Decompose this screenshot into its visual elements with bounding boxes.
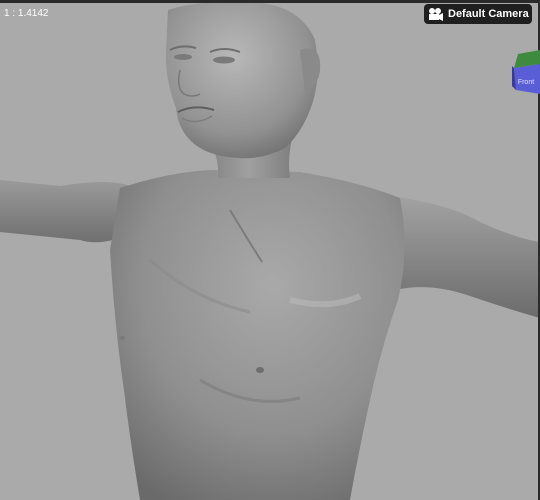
- viewport-frame-top: [0, 0, 540, 3]
- camera-label: Default Camera: [448, 8, 529, 20]
- aspect-ratio-label: 1 : 1.4142: [4, 8, 49, 19]
- view-cube-face-label: Front: [518, 79, 534, 86]
- camera-selector-button[interactable]: Default Camera: [424, 4, 532, 24]
- video-camera-icon: [428, 7, 444, 21]
- 3d-figure-model[interactable]: [0, 0, 540, 500]
- view-cube[interactable]: Front: [508, 46, 540, 102]
- 3d-viewport[interactable]: 1 : 1.4142 Default Camera Front: [0, 0, 540, 500]
